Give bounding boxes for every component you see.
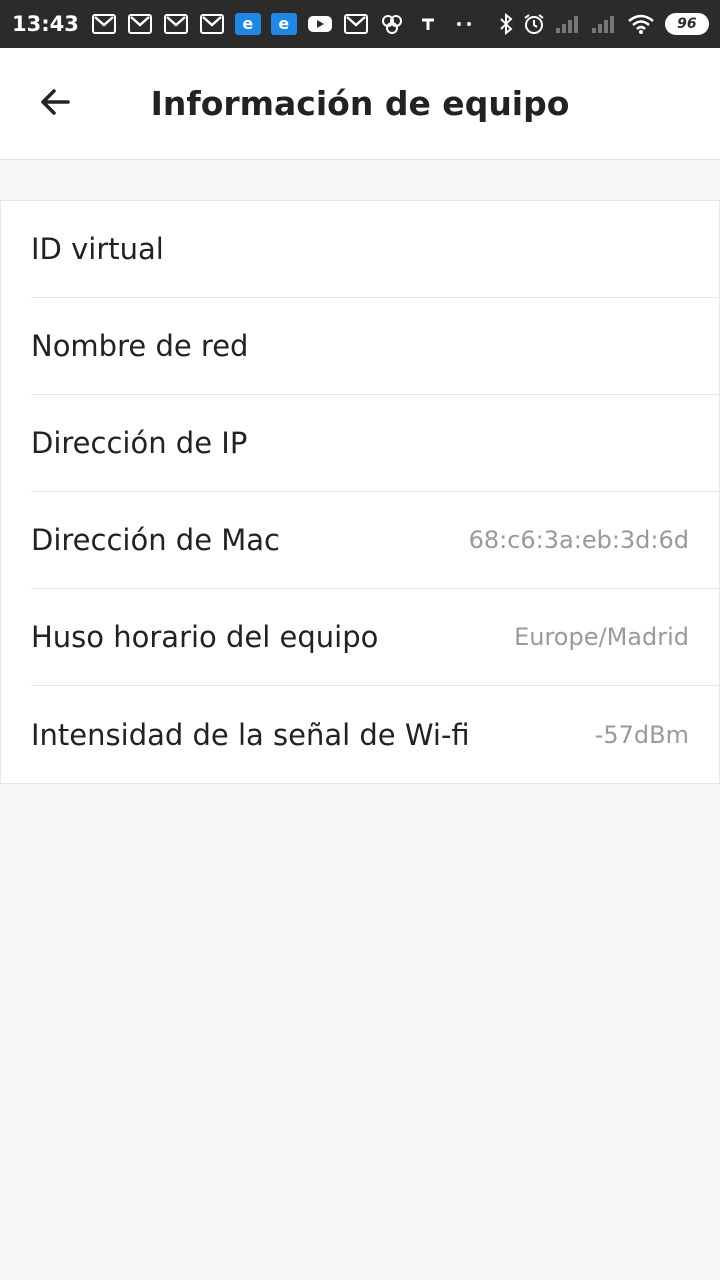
info-row-wifi-signal: Intensidad de la señal de Wi-fi -57dBm <box>31 686 719 783</box>
row-label: Huso horario del equipo <box>31 620 379 654</box>
bluetooth-icon <box>499 13 513 35</box>
alarm-icon <box>523 13 545 35</box>
row-label: Nombre de red <box>31 329 249 363</box>
row-value: Europe/Madrid <box>514 623 689 651</box>
cloud-icon <box>379 13 405 35</box>
row-value: 68:c6:3a:eb:3d:6d <box>468 526 689 554</box>
row-label: Dirección de Mac <box>31 523 281 557</box>
info-row-mac-address: Dirección de Mac 68:c6:3a:eb:3d:6d <box>31 492 719 589</box>
device-info-list: ID virtual Nombre de red Dirección de IP… <box>0 200 720 784</box>
row-value: -57dBm <box>594 720 689 749</box>
notification-icons: e e <box>91 13 489 35</box>
edge-icon: e <box>270 13 297 35</box>
gmail-icon <box>163 13 189 35</box>
row-label: ID virtual <box>31 232 164 266</box>
info-row-network-name: Nombre de red <box>31 298 719 395</box>
youtube-icon <box>307 13 333 35</box>
gmail-icon <box>127 13 153 35</box>
edge-icon: e <box>234 13 261 35</box>
signal-icon <box>555 14 581 34</box>
system-icons: 96 <box>489 13 709 35</box>
info-row-timezone: Huso horario del equipo Europe/Madrid <box>31 589 719 686</box>
gmail-icon <box>91 13 117 35</box>
signal-icon <box>591 14 617 34</box>
info-row-virtual-id: ID virtual <box>31 201 719 298</box>
info-row-ip-address: Dirección de IP <box>31 395 719 492</box>
more-dots-icon <box>451 13 479 35</box>
gmail-icon <box>199 13 225 35</box>
status-time: 13:43 <box>12 12 79 36</box>
page-title: Información de equipo <box>150 84 570 123</box>
wifi-icon <box>627 13 655 35</box>
app-bar: Información de equipo <box>0 48 720 160</box>
gmail-icon <box>343 13 369 35</box>
row-label: Intensidad de la señal de Wi-fi <box>31 717 470 752</box>
status-bar: 13:43 e e 96 <box>0 0 720 48</box>
battery-icon: 96 <box>664 13 709 35</box>
tiktok-icon <box>415 13 441 35</box>
row-label: Dirección de IP <box>31 426 248 460</box>
